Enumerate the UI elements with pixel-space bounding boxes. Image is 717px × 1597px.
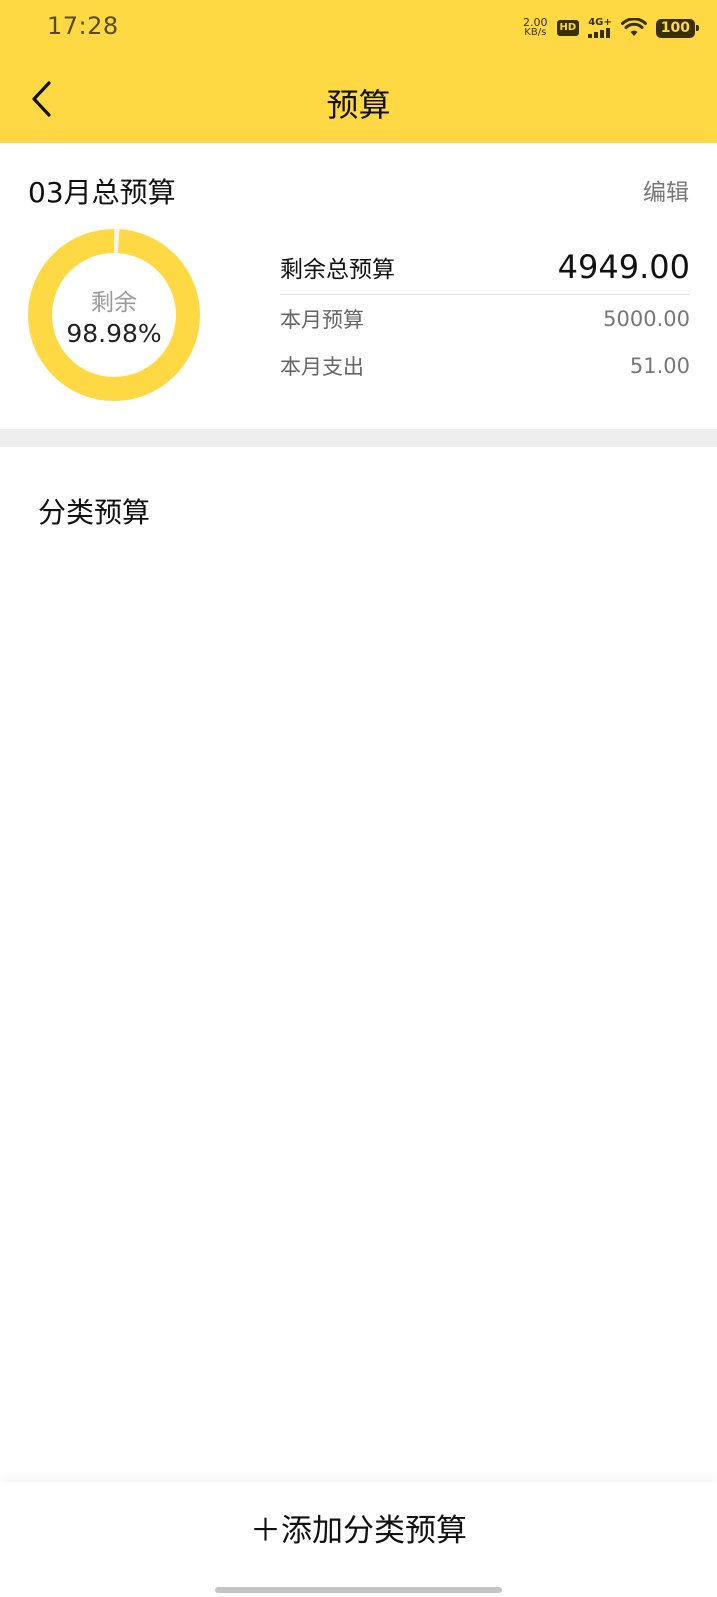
header: 17:28 2.00 KB/s HD 4G+ 100 预算 [0, 0, 717, 143]
monthly-spend-value: 51.00 [629, 353, 690, 378]
monthly-budget-label: 本月预算 [280, 307, 364, 332]
section-divider [0, 429, 717, 447]
battery-icon: 100 [655, 18, 700, 38]
home-indicator[interactable] [215, 1587, 502, 1593]
bottom-bar: ＋添加分类预算 [0, 1482, 717, 1572]
network-type-label: 4G+ [588, 17, 612, 28]
wifi-icon [620, 18, 647, 36]
monthly-spend-row: 本月支出 51.00 [280, 342, 690, 389]
budget-stats: 剩余总预算 4949.00 本月预算 5000.00 本月支出 51.00 [280, 239, 690, 389]
monthly-budget-row: 本月预算 5000.00 [280, 295, 690, 342]
remaining-total-row: 剩余总预算 4949.00 [280, 239, 690, 295]
remaining-caption: 剩余 [91, 289, 137, 316]
nav-bar: 预算 [0, 60, 717, 140]
cellular-signal-icon: 4G+ [588, 18, 612, 38]
net-speed-unit: KB/s [524, 27, 547, 38]
page-title: 预算 [326, 86, 391, 124]
budget-summary-card: 03月总预算 编辑 剩余 98.98% 剩余总预算 4949.00 本月预算 5… [0, 143, 717, 429]
monthly-spend-label: 本月支出 [280, 354, 364, 379]
hd-icon: HD [556, 20, 580, 36]
net-speed-indicator: 2.00 KB/s [523, 17, 548, 38]
monthly-budget-value: 5000.00 [603, 306, 690, 331]
status-icons: 2.00 KB/s HD 4G+ 100 [523, 14, 700, 42]
status-time: 17:28 [47, 12, 119, 40]
category-budget-title: 分类预算 [38, 496, 151, 529]
month-budget-title: 03月总预算 [28, 176, 176, 209]
remaining-total-value: 4949.00 [557, 247, 690, 286]
budget-screen: 17:28 2.00 KB/s HD 4G+ 100 预算 03月总预算 编辑 … [0, 0, 717, 1597]
edit-button[interactable]: 编辑 [643, 173, 689, 207]
remaining-total-label: 剩余总预算 [280, 256, 395, 283]
donut-center-label: 剩余 98.98% [28, 229, 200, 401]
remaining-percent: 98.98% [66, 318, 162, 348]
add-category-budget-button[interactable]: ＋添加分类预算 [0, 1482, 717, 1572]
